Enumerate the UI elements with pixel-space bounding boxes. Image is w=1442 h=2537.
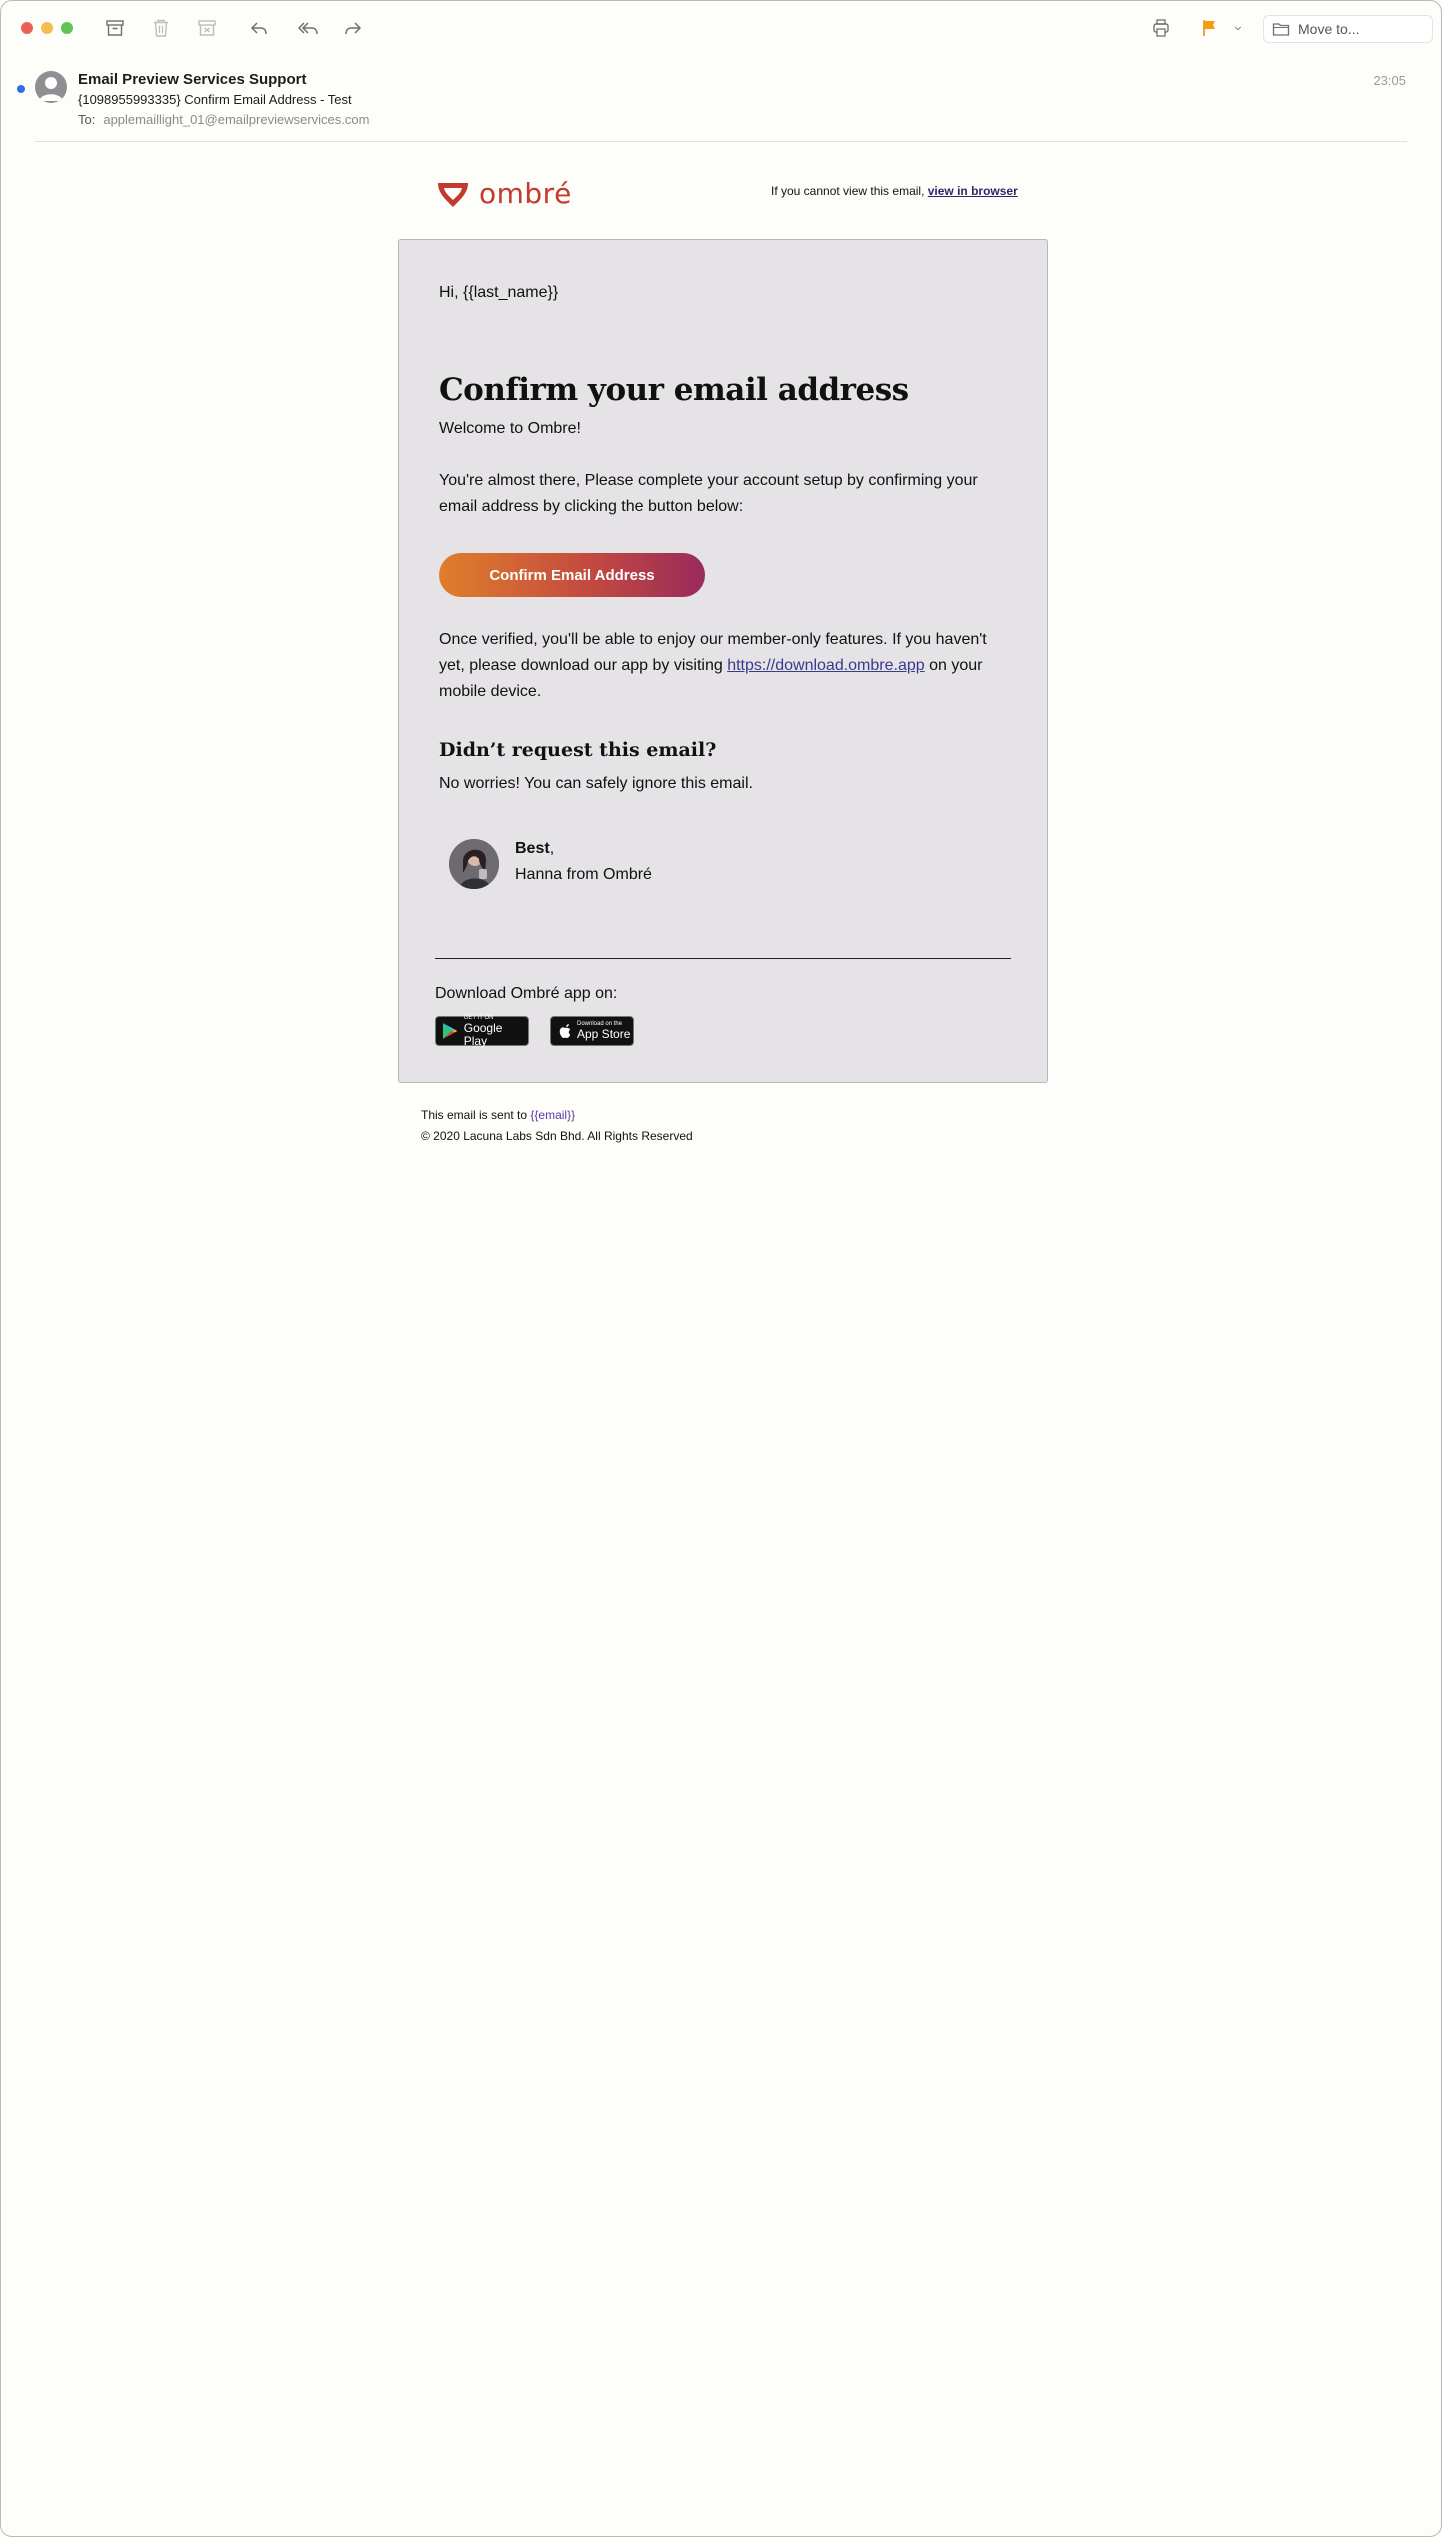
welcome-text: Welcome to Ombre! <box>439 420 581 437</box>
header-divider <box>35 141 1407 142</box>
view-in-browser-link[interactable]: view in browser <box>928 184 1018 198</box>
view-in-browser-line: If you cannot view this email, view in b… <box>771 184 1018 198</box>
didnt-request-heading: Didn’t request this email? <box>439 739 717 761</box>
unread-indicator <box>17 85 25 93</box>
intro-text: You're almost there, Please complete you… <box>439 472 978 515</box>
move-to-dropdown[interactable]: Move to... <box>1263 15 1433 43</box>
email-heading: Confirm your email address <box>439 372 909 408</box>
print-icon[interactable] <box>1147 15 1175 41</box>
confirm-email-button[interactable]: Confirm Email Address <box>439 553 705 597</box>
app-store-big: App Store <box>577 1027 631 1041</box>
google-play-big: Google Play <box>463 1020 503 1048</box>
folder-icon <box>1272 23 1290 36</box>
ignore-text: No worries! You can safely ignore this e… <box>439 775 753 792</box>
google-play-badge[interactable]: GET IT ON Google Play <box>435 1015 529 1048</box>
view-prefix: If you cannot view this email, <box>771 184 925 198</box>
footer-copyright: © 2020 Lacuna Labs Sdn Bhd. All Rights R… <box>421 1129 693 1143</box>
signature-greeting: Best, <box>515 840 554 858</box>
footer-email: {{email}} <box>530 1108 576 1122</box>
footer-prefix: This email is sent to <box>421 1108 528 1122</box>
junk-icon[interactable] <box>193 15 221 41</box>
signature-name: Hanna from Ombré <box>515 866 652 883</box>
message-subject: {1098955993335} Confirm Email Address - … <box>78 92 352 107</box>
archive-icon[interactable] <box>101 15 129 41</box>
sender-name: Email Preview Services Support <box>78 71 307 88</box>
close-window-button[interactable] <box>21 22 33 34</box>
app-store-badge[interactable]: Download on the App Store <box>550 1016 634 1046</box>
move-to-label: Move to... <box>1298 21 1360 37</box>
chevron-down-icon[interactable] <box>1225 15 1251 41</box>
download-label: Download Ombré app on: <box>435 985 618 1002</box>
mail-window: Move to... Email Preview Services Suppor… <box>0 0 1442 2537</box>
recipient-row: To: applemaillight_01@emailpreviewservice… <box>78 112 369 127</box>
ombre-logo-icon <box>438 182 468 207</box>
message-time: 23:05 <box>1373 73 1406 88</box>
reply-icon[interactable] <box>245 15 273 41</box>
ombre-logo: ombré <box>435 177 572 210</box>
card-divider <box>435 958 1011 959</box>
signature-comma: , <box>549 840 555 857</box>
recipient-address[interactable]: applemaillight_01@emailpreviewservices.c… <box>103 112 369 127</box>
reply-all-icon[interactable] <box>293 15 325 41</box>
forward-icon[interactable] <box>339 15 367 41</box>
minimize-window-button[interactable] <box>41 22 53 34</box>
email-card: Hi, {{last_name}} Confirm your email add… <box>398 239 1048 1083</box>
apple-icon <box>559 1024 571 1038</box>
zoom-window-button[interactable] <box>61 22 73 34</box>
brand-name: ombré <box>479 177 572 210</box>
footer-sent-to: This email is sent to {{email}} <box>421 1108 575 1122</box>
flag-icon[interactable] <box>1195 15 1223 41</box>
download-app-link[interactable]: https://download.ombre.app <box>727 657 924 674</box>
to-label: To: <box>78 112 96 127</box>
verified-text: Once verified, you'll be able to enjoy o… <box>439 627 999 705</box>
greeting: Hi, {{last_name}} <box>439 284 559 301</box>
signature-bold: Best <box>515 840 550 857</box>
trash-icon[interactable] <box>147 15 175 41</box>
signature-avatar <box>449 839 499 889</box>
toolbar: Move to... <box>1 1 1441 55</box>
sender-avatar <box>35 71 67 103</box>
google-play-icon <box>442 1023 458 1039</box>
